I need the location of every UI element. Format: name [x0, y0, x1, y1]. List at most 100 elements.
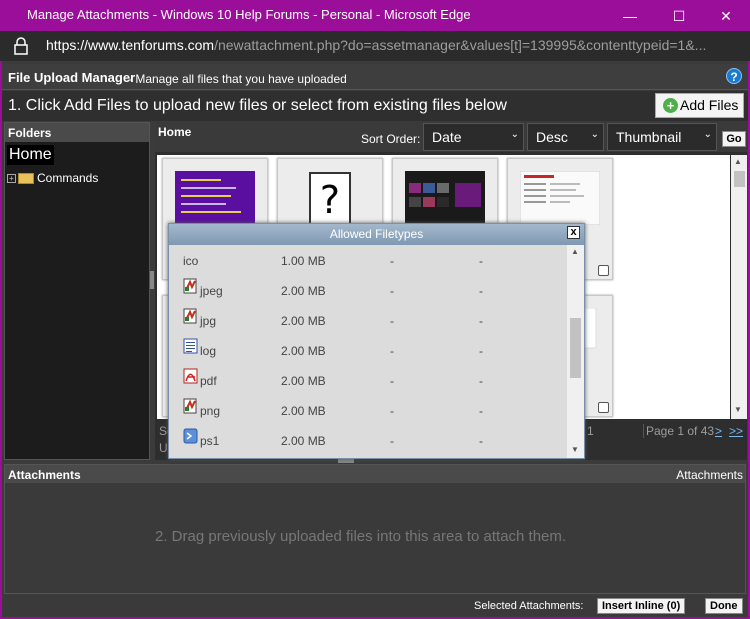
instruction-bar: 1. Click Add Files to upload new files o…: [2, 91, 748, 121]
allowed-filetypes-dialog: Allowed Filetypes x ico 1.00 MB - - jpeg…: [168, 223, 585, 459]
unknown-file-icon: ?: [309, 172, 351, 225]
thumbnail-image: [520, 171, 600, 225]
drop-zone-message: 2. Drag previously uploaded files into t…: [155, 528, 567, 545]
expand-icon[interactable]: +: [7, 174, 16, 184]
filetype-limit: -: [479, 284, 483, 298]
sort-order-label: Sort Order:: [361, 132, 421, 146]
filetype-limit: -: [479, 374, 483, 388]
svg-text:?: ?: [320, 178, 340, 222]
url-host: https://www.tenforums.com: [46, 37, 215, 53]
view-select[interactable]: Thumbnail ⌄: [607, 123, 717, 151]
manager-title: File Upload Manager: [8, 70, 136, 85]
dialog-close-button[interactable]: x: [567, 226, 580, 239]
grid-scrollbar[interactable]: ▲ ▼: [731, 155, 747, 419]
scroll-up-icon[interactable]: ▲: [571, 247, 579, 256]
pdf-file-icon: [183, 368, 198, 384]
selected-attachments-label: Selected Attachments:: [474, 600, 584, 612]
folder-item-home[interactable]: Home: [7, 145, 54, 165]
filetype-ext: log: [200, 344, 217, 358]
image-file-icon: [183, 398, 197, 414]
current-folder: Home: [158, 125, 192, 139]
scroll-up-icon[interactable]: ▲: [734, 157, 742, 166]
filetype-row: ico 1.00 MB - -: [169, 245, 567, 275]
text-file-icon: [183, 338, 198, 354]
image-file-icon: [183, 308, 197, 324]
filetype-limit: -: [479, 314, 483, 328]
sort-field-select[interactable]: Date ⌄: [423, 123, 524, 151]
minimize-button[interactable]: —: [610, 4, 650, 28]
folders-panel: Folders Home + Commands: [4, 122, 150, 460]
filetype-ext: jpg: [200, 314, 217, 328]
files-header: Home Sort Order: Date ⌄ Desc ⌄ Thumbnail…: [155, 122, 747, 152]
folder-item-commands[interactable]: + Commands: [7, 171, 98, 185]
filetype-ext: jpeg: [200, 284, 223, 298]
manager-header: File Upload Manager - Manage all files t…: [2, 64, 748, 90]
filetype-limit: -: [390, 254, 394, 268]
filetype-limit: -: [390, 374, 394, 388]
filetype-limit: -: [390, 434, 394, 448]
manager-subtitle: - Manage all files that you have uploade…: [128, 72, 347, 86]
sort-direction-value: Desc: [536, 129, 568, 145]
last-page-link[interactable]: >>: [729, 424, 743, 438]
chevron-down-icon: ⌄: [703, 129, 712, 140]
pager-text-fragment: U: [159, 441, 168, 455]
filetype-limit: -: [479, 404, 483, 418]
filetype-row: pdf 2.00 MB - -: [169, 365, 567, 395]
filetype-ext: ico: [183, 254, 199, 268]
done-button[interactable]: Done: [705, 598, 743, 614]
filetypes-list: ico 1.00 MB - - jpeg 2.00 MB - - jpg 2.0…: [169, 245, 567, 458]
maximize-button[interactable]: ☐: [659, 4, 699, 28]
attachments-header: Attachments Attachments: [5, 465, 745, 483]
folder-label: Commands: [37, 171, 99, 185]
page-indicator: Page 1 of 43: [643, 424, 714, 438]
url-field[interactable]: https://www.tenforums.com/newattachment.…: [46, 37, 736, 53]
filetype-size: 2.00 MB: [281, 404, 326, 418]
insert-inline-button[interactable]: Insert Inline (0): [597, 598, 686, 614]
next-page-link[interactable]: >: [715, 424, 722, 438]
filetype-ext: ps1: [200, 434, 220, 448]
scroll-down-icon[interactable]: ▼: [571, 445, 579, 454]
folders-header: Folders: [5, 123, 149, 142]
folder-icon: [18, 173, 34, 185]
filetype-limit: -: [390, 344, 394, 358]
filetype-limit: -: [390, 404, 394, 418]
close-window-button[interactable]: ✕: [706, 4, 746, 28]
filetype-limit: -: [479, 434, 483, 448]
dialog-scrollbar[interactable]: ▲ ▼: [567, 245, 584, 458]
image-file-icon: [183, 278, 197, 294]
attachments-header-right: Attachments: [676, 468, 743, 482]
filetype-size: 2.00 MB: [281, 344, 326, 358]
select-checkbox[interactable]: [598, 265, 609, 276]
filetype-size: 2.00 MB: [281, 374, 326, 388]
filetype-limit: -: [479, 254, 483, 268]
lock-icon[interactable]: [14, 37, 28, 55]
filetype-limit: -: [390, 284, 394, 298]
filetype-row: ps1 2.00 MB - -: [169, 425, 567, 455]
scroll-down-icon[interactable]: ▼: [734, 405, 742, 414]
sort-direction-select[interactable]: Desc ⌄: [527, 123, 604, 151]
dialog-header: Allowed Filetypes x: [169, 224, 584, 245]
thumbnail-image: [405, 171, 485, 225]
filetype-row: jpeg 2.00 MB - -: [169, 275, 567, 305]
add-files-button[interactable]: + Add Files: [655, 93, 744, 118]
chevron-down-icon: ⌄: [590, 129, 599, 140]
select-checkbox[interactable]: [598, 402, 609, 413]
filetype-limit: -: [390, 314, 394, 328]
filetype-limit: -: [479, 344, 483, 358]
scrollbar-thumb[interactable]: [734, 171, 745, 187]
chevron-down-icon: ⌄: [510, 129, 519, 140]
thumbnail-image: [175, 171, 255, 225]
attachments-panel: Attachments Attachments 2. Drag previous…: [4, 464, 746, 594]
help-icon[interactable]: ?: [726, 68, 742, 84]
view-value: Thumbnail: [616, 129, 682, 145]
page-number[interactable]: 1: [587, 424, 594, 438]
add-files-label: Add Files: [680, 97, 739, 113]
scrollbar-thumb[interactable]: [570, 318, 581, 378]
vertical-splitter[interactable]: [150, 271, 154, 289]
filetype-size: 2.00 MB: [281, 284, 326, 298]
footer-bar: Selected Attachments: Insert Inline (0) …: [4, 596, 746, 616]
go-button[interactable]: Go: [722, 131, 746, 147]
filetype-row: png 2.00 MB - -: [169, 395, 567, 425]
instruction-text: 1. Click Add Files to upload new files o…: [8, 97, 507, 114]
plus-icon: +: [663, 98, 678, 113]
